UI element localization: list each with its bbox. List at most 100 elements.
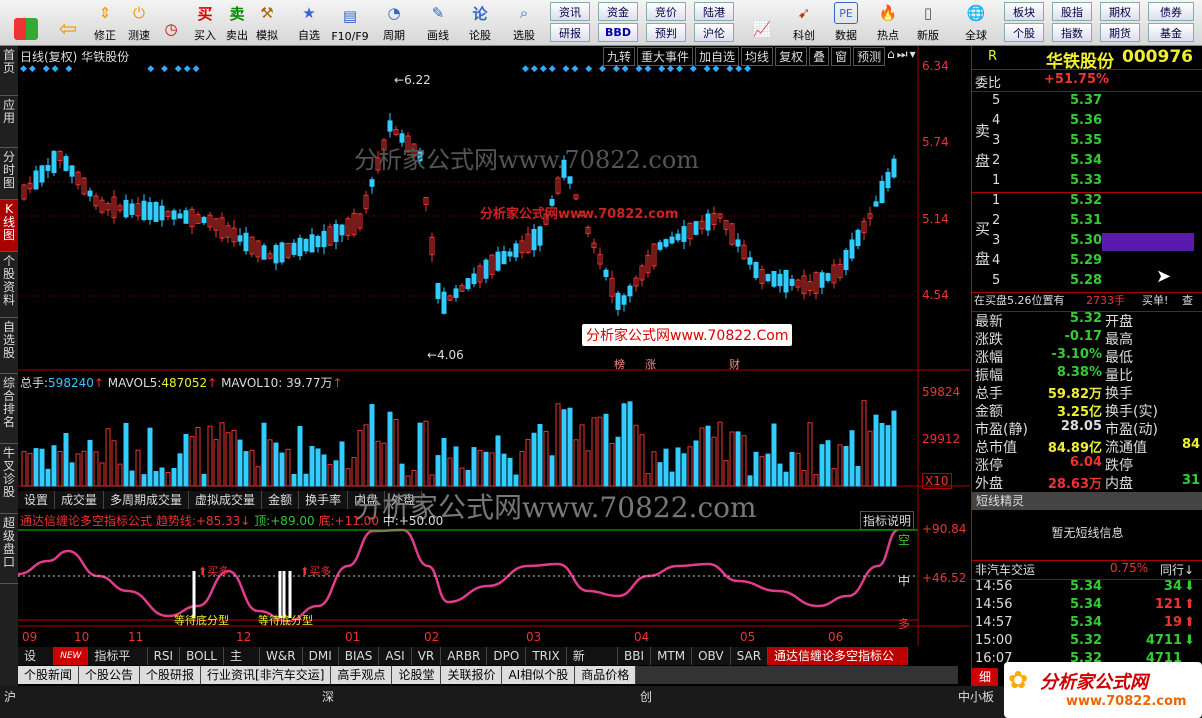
- btn-research[interactable]: 研报: [550, 23, 590, 42]
- btn-sector[interactable]: 板块: [1004, 2, 1044, 21]
- btn-stocks[interactable]: 个股: [1004, 23, 1044, 42]
- vol-tab[interactable]: 金额: [262, 491, 300, 509]
- buy-row[interactable]: 1 5.32: [972, 193, 1202, 213]
- status-sme[interactable]: 中小板: [958, 688, 994, 705]
- event-mark[interactable]: 涨: [645, 356, 656, 372]
- btn-bonds[interactable]: 债券: [1148, 2, 1194, 21]
- sell-row[interactable]: 2 5.34: [972, 153, 1202, 173]
- ind-tab-settings[interactable]: 设置: [18, 647, 55, 681]
- sell-row[interactable]: 1 5.33: [972, 173, 1202, 193]
- ind-tab[interactable]: 新DMA: [567, 647, 619, 681]
- news-tab[interactable]: 高手观点: [331, 666, 393, 684]
- ind-tab[interactable]: VR: [412, 647, 442, 665]
- sell-row[interactable]: 5 5.37: [972, 93, 1202, 113]
- nav-kline[interactable]: K线图: [0, 200, 18, 252]
- btn-options[interactable]: 期权: [1100, 2, 1140, 21]
- news-tab[interactable]: 关联报价: [441, 666, 503, 684]
- nav-watchlist[interactable]: 自选股: [0, 318, 18, 374]
- toolbar-f10-button[interactable]: ▤ F10/F9: [331, 0, 368, 46]
- nav-home[interactable]: 首页: [0, 46, 18, 96]
- btn-window[interactable]: 窗: [831, 47, 852, 66]
- btn-funds[interactable]: 资金: [598, 2, 638, 21]
- nav-timeshare[interactable]: 分时图: [0, 148, 18, 200]
- ind-tab[interactable]: W&R: [260, 647, 303, 665]
- ind-tab[interactable]: 指标平台: [88, 647, 148, 681]
- btn-overlay[interactable]: 叠: [809, 47, 830, 66]
- btn-predict[interactable]: 预判: [646, 23, 686, 42]
- ind-tab[interactable]: ARBR: [441, 647, 488, 665]
- news-tab[interactable]: 商品价格: [575, 666, 637, 684]
- buy-row[interactable]: 3 5.30: [972, 233, 1202, 253]
- buy-row[interactable]: 2 5.31: [972, 213, 1202, 233]
- ind-tab[interactable]: ASI: [379, 647, 412, 665]
- btn-index[interactable]: 指数: [1052, 23, 1092, 42]
- news-tab[interactable]: AI相似个股: [502, 666, 576, 684]
- ind-tab[interactable]: BBI: [618, 647, 652, 665]
- toolbar-back-button[interactable]: ⇦: [52, 0, 84, 46]
- sell-row[interactable]: 3 5.35: [972, 133, 1202, 153]
- indicator-explain-button[interactable]: 指标说明: [860, 511, 915, 530]
- btn-index-futures[interactable]: 股指: [1052, 2, 1092, 21]
- ind-tab[interactable]: MTM: [651, 647, 693, 665]
- ind-tab[interactable]: BIAS: [339, 647, 380, 665]
- dropdown-icon[interactable]: ▾: [910, 47, 916, 66]
- event-mark[interactable]: 榜: [614, 356, 625, 372]
- btn-hk[interactable]: 陆港: [694, 2, 734, 21]
- ind-tab[interactable]: RSI: [148, 647, 181, 665]
- toolbar-star-button[interactable]: ➹ 科创: [784, 0, 824, 46]
- news-tab[interactable]: 个股新闻: [18, 666, 80, 684]
- short-elf-title[interactable]: 短线精灵: [972, 492, 1202, 510]
- btn-fund[interactable]: 基金: [1148, 23, 1194, 42]
- ind-tab[interactable]: DPO: [487, 647, 527, 665]
- news-tab[interactable]: 论股堂: [392, 666, 442, 684]
- toolbar-speed-button[interactable]: ⏻ 测速: [124, 0, 154, 46]
- nav-profile[interactable]: 个股资料: [0, 252, 18, 318]
- lock-icon[interactable]: ⌂: [887, 47, 895, 66]
- nav-ranking[interactable]: 综合排名: [0, 374, 18, 444]
- btn-futures[interactable]: 期货: [1100, 23, 1140, 42]
- ind-tab[interactable]: OBV: [692, 647, 731, 665]
- ind-tab[interactable]: DMI: [303, 647, 339, 665]
- news-tab[interactable]: 个股公告: [79, 666, 141, 684]
- btn-adjust[interactable]: 复权: [775, 47, 808, 66]
- toolbar-favorite-button[interactable]: ★ 自选: [292, 0, 326, 46]
- vol-tab[interactable]: 设置: [18, 491, 56, 509]
- ind-tab[interactable]: 主力: [224, 647, 261, 681]
- toolbar-clock-button[interactable]: ◷: [156, 0, 186, 46]
- status-cy[interactable]: 创: [640, 688, 652, 705]
- vol-tab[interactable]: 多周期成交量: [104, 491, 190, 509]
- toolbar-draw-button[interactable]: ✎ 画线: [420, 0, 456, 46]
- vol-tab[interactable]: 换手率: [299, 491, 349, 509]
- btn-forecast[interactable]: 预测: [853, 47, 886, 66]
- toolbar-buy-button[interactable]: 买买入: [190, 0, 220, 46]
- btn-news[interactable]: 资讯: [550, 2, 590, 21]
- indicator-name[interactable]: 通达信缠论多空指标公式: [20, 514, 152, 528]
- btn-bbd[interactable]: BBD: [598, 23, 638, 42]
- toolbar-fix-button[interactable]: ⇕ 修正: [90, 0, 120, 46]
- status-sz[interactable]: 深: [322, 688, 334, 705]
- detail-tab[interactable]: 细: [972, 668, 998, 686]
- nav-apps[interactable]: 应用: [0, 96, 18, 148]
- btn-auction[interactable]: 竞价: [646, 2, 686, 21]
- toolbar-data-button[interactable]: PE 数据: [828, 0, 864, 46]
- vol-tab[interactable]: 成交量: [55, 491, 105, 509]
- toolbar-forum-button[interactable]: 论论股: [462, 0, 498, 46]
- vol-tab[interactable]: 虚拟成交量: [189, 491, 263, 509]
- next-icon[interactable]: ⏭: [897, 47, 908, 66]
- info-check-button[interactable]: 查: [1182, 292, 1193, 308]
- toolbar-sell-button[interactable]: 卖卖出: [222, 0, 252, 46]
- toolbar-simulate-button[interactable]: ⚒ 模拟: [252, 0, 282, 46]
- nav-superboard[interactable]: 超级盘口: [0, 514, 18, 584]
- toolbar-global-button[interactable]: 🌐 全球: [956, 0, 996, 46]
- toolbar-hot-button[interactable]: 🔥 热点: [870, 0, 906, 46]
- toolbar-windows-button[interactable]: [8, 0, 44, 46]
- nav-diagnosis[interactable]: 牛叉诊股: [0, 444, 18, 514]
- status-sh[interactable]: 沪: [4, 688, 16, 705]
- ind-tab[interactable]: BOLL: [180, 647, 224, 665]
- btn-london[interactable]: 沪伦: [694, 23, 734, 42]
- toolbar-chart-button[interactable]: 📈: [744, 0, 780, 46]
- toolbar-newver-button[interactable]: ▯ 新版: [910, 0, 946, 46]
- sector-row[interactable]: 非汽车交运 0.75% 同行↓: [972, 560, 1202, 580]
- news-tab[interactable]: 行业资讯[非汽车交运]: [201, 666, 332, 684]
- ind-tab-active[interactable]: 通达信缠论多空指标公式: [768, 647, 908, 681]
